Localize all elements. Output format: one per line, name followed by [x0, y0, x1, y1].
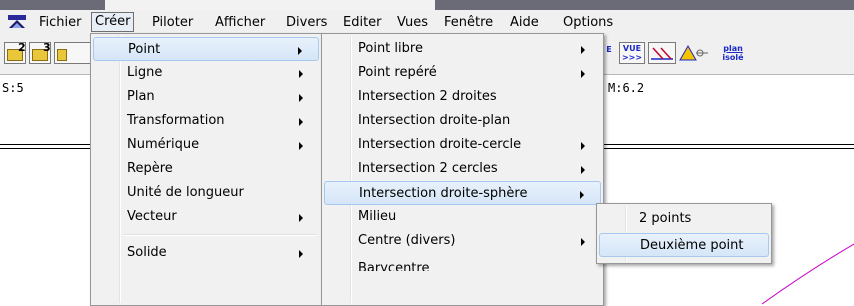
- menu-item-label: Point repéré: [358, 65, 437, 80]
- intersection-droite-sphere-submenu: 2 points Deuxième point: [596, 203, 772, 264]
- menu-item-label: Intersection 2 cercles: [358, 161, 498, 176]
- menu-item-label: Intersection droite-sphère: [359, 186, 528, 201]
- menu-item-2-points[interactable]: 2 points: [599, 207, 769, 231]
- menu-item-point-repere[interactable]: Point repéré: [324, 61, 601, 85]
- axes-icon: [651, 47, 673, 60]
- submenu-arrow-icon: [299, 142, 303, 150]
- menu-editer[interactable]: Editer: [340, 14, 385, 32]
- menu-item-label: Centre (divers): [358, 233, 456, 248]
- menu-item-label: Intersection 2 droites: [358, 89, 497, 104]
- open-file-3-button[interactable]: 3: [29, 41, 51, 64]
- submenu-arrow-icon: [299, 118, 303, 126]
- menu-item-solide[interactable]: Solide: [93, 241, 319, 265]
- menu-item-intersection-2-cercles[interactable]: Intersection 2 cercles: [324, 157, 601, 181]
- submenu-arrow-icon: [299, 250, 303, 258]
- info-left: S:5: [2, 81, 24, 95]
- submenu-arrow-icon: [299, 70, 303, 78]
- creer-menu: Point Ligne Plan Transformation Numériqu…: [90, 33, 322, 306]
- submenu-arrow-icon: [299, 94, 303, 102]
- menu-item-label: Vecteur: [127, 209, 177, 224]
- open-file-2-button[interactable]: 2: [4, 41, 26, 64]
- menu-item-label: Unité de longueur: [127, 185, 244, 200]
- menu-aide[interactable]: Aide: [507, 14, 542, 32]
- menu-item-label: Point: [128, 42, 161, 57]
- menu-item-ligne[interactable]: Ligne: [93, 61, 319, 85]
- submenu-arrow-icon: [581, 70, 585, 78]
- menu-item-milieu[interactable]: Milieu: [324, 205, 601, 229]
- menu-fichier[interactable]: Fichier: [36, 14, 85, 32]
- info-right: M:6.2: [608, 81, 645, 95]
- menu-bar: Fichier Créer Piloter Afficher Divers Ed…: [0, 10, 854, 34]
- submenu-arrow-icon: [581, 142, 585, 150]
- menu-item-vecteur[interactable]: Vecteur: [93, 205, 319, 229]
- submenu-arrow-icon: [581, 166, 585, 174]
- menu-item-label: Transformation: [127, 113, 225, 128]
- menu-item-centre-divers[interactable]: Centre (divers): [324, 229, 601, 253]
- menu-afficher[interactable]: Afficher: [212, 14, 268, 32]
- menu-item-point[interactable]: Point: [93, 37, 319, 61]
- menu-item-label: Milieu: [358, 209, 397, 224]
- menu-item-label: Point libre: [358, 41, 423, 56]
- menu-separator: [123, 234, 317, 236]
- menu-item-plan[interactable]: Plan: [93, 85, 319, 109]
- axes-view-button[interactable]: [648, 42, 676, 64]
- menu-item-intersection-droite-plan[interactable]: Intersection droite-plan: [324, 109, 601, 133]
- menu-divers[interactable]: Divers: [283, 14, 330, 32]
- menu-item-intersection-droite-cercle[interactable]: Intersection droite-cercle: [324, 133, 601, 157]
- menu-vues[interactable]: Vues: [394, 14, 431, 32]
- menu-item-deuxieme-point[interactable]: Deuxième point: [599, 233, 769, 257]
- view-label: E: [606, 45, 612, 54]
- isolated-plane-button[interactable]: plan isolé: [716, 42, 750, 64]
- toolbar-partial-button[interactable]: [54, 42, 92, 64]
- point-submenu: Point libre Point repéré Intersection 2 …: [321, 33, 604, 306]
- menu-item-point-libre[interactable]: Point libre: [324, 37, 601, 61]
- menu-options[interactable]: Options: [560, 14, 616, 32]
- menu-item-intersection-2-droites[interactable]: Intersection 2 droites: [324, 85, 601, 109]
- isole-label: isolé: [722, 53, 744, 62]
- menu-item-repere[interactable]: Repère: [93, 157, 319, 181]
- menu-item-label: Intersection droite-cercle: [358, 137, 522, 152]
- submenu-arrow-icon: [299, 214, 303, 222]
- menu-item-transformation[interactable]: Transformation: [93, 109, 319, 133]
- open3-superscript: 3: [43, 41, 51, 54]
- submenu-arrow-icon: [580, 191, 584, 199]
- plan-label: plan: [723, 44, 743, 53]
- menu-item-barycentre[interactable]: Barycentre: [324, 253, 601, 271]
- menu-item-label: Numérique: [127, 137, 200, 152]
- menu-item-label: 2 points: [639, 211, 692, 226]
- menu-item-unite-longueur[interactable]: Unité de longueur: [93, 181, 319, 205]
- submenu-arrow-icon: [581, 46, 585, 54]
- drawing-curve: [761, 243, 854, 305]
- vue-arrows: >>>: [621, 53, 643, 62]
- menu-fenetre[interactable]: Fenêtre: [441, 14, 496, 32]
- menu-item-label: Solide: [127, 245, 167, 260]
- folder-icon: [57, 49, 67, 61]
- window-title-strip: [0, 0, 854, 10]
- open2-superscript: 2: [18, 41, 26, 54]
- submenu-arrow-icon: [581, 238, 585, 246]
- menu-item-label: Intersection droite-plan: [358, 113, 511, 128]
- view-button-partial[interactable]: E: [603, 42, 615, 64]
- menu-item-numerique[interactable]: Numérique: [93, 133, 319, 157]
- title-strip-highlight: [105, 0, 435, 10]
- menu-item-label: Deuxième point: [640, 238, 744, 253]
- rotate-3d-icon: [679, 44, 708, 61]
- next-view-button[interactable]: VUE >>>: [619, 42, 645, 64]
- menu-piloter[interactable]: Piloter: [149, 14, 196, 32]
- app-icon[interactable]: [8, 15, 26, 29]
- menu-item-label: Repère: [127, 161, 173, 176]
- menu-creer[interactable]: Créer: [91, 12, 135, 32]
- menu-item-label: Ligne: [127, 65, 163, 80]
- rotate-view-button[interactable]: [678, 42, 710, 64]
- menu-item-label: Barycentre: [358, 261, 430, 271]
- vue-label: VUE: [622, 44, 642, 53]
- submenu-arrow-icon: [298, 47, 302, 55]
- menu-item-label: Plan: [127, 89, 155, 104]
- menu-item-intersection-droite-sphere[interactable]: Intersection droite-sphère: [324, 181, 601, 205]
